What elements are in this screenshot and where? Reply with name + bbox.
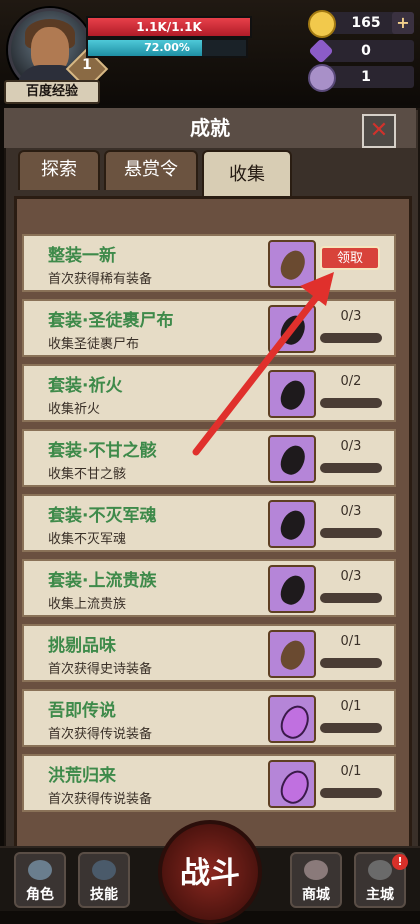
player-name: 百度经验: [4, 80, 100, 104]
achievement-title: 吾即传说: [48, 701, 116, 721]
achievement-desc: 收集圣徒裹尸布: [48, 337, 140, 352]
horn-value: 1: [361, 69, 371, 85]
notification-badge: !: [392, 854, 408, 870]
panel-title: 成就: [190, 116, 230, 140]
reward-item-slot[interactable]: [268, 630, 316, 678]
progress-text: 0/3: [340, 569, 362, 584]
achievement-title: 套装·祈火: [48, 376, 123, 396]
achievement-title: 挑剔品味: [48, 636, 116, 656]
dark-gem-icon: [276, 441, 310, 479]
achievement-title: 套装·上流贵族: [48, 571, 157, 591]
progress-bar: [320, 333, 382, 343]
progress-bar: [320, 788, 382, 798]
pouch-icon: [276, 636, 310, 674]
achievement-desc: 首次获得史诗装备: [48, 662, 153, 677]
progress-bar: [320, 528, 382, 538]
hp-bar: 1.1K/1.1K: [86, 16, 252, 38]
tab-explore[interactable]: 探索: [18, 150, 100, 190]
nav-city-label: 主城: [366, 887, 394, 903]
nav-skills-label: 技能: [90, 887, 118, 903]
tab-collect[interactable]: 收集: [202, 150, 292, 198]
panel-titlebar: 成就: [4, 108, 416, 148]
achievement-row: 吾即传说首次获得传说装备 0/1: [22, 689, 396, 747]
progress-bar: [320, 398, 382, 408]
gold-counter: 165 +: [308, 10, 414, 38]
progress-bar: [320, 463, 382, 473]
purple-gem-icon: [276, 766, 314, 808]
battle-label: 战斗: [180, 856, 240, 891]
reward-item-slot[interactable]: [268, 240, 316, 288]
achievement-row: 套装·祈火收集祈火 0/2: [22, 364, 396, 422]
swirl-icon: [92, 860, 116, 880]
achievement-desc: 首次获得传说装备: [48, 727, 153, 742]
achievement-desc: 收集上流贵族: [48, 597, 127, 612]
helmet-icon: [28, 860, 52, 880]
reward-item-slot[interactable]: [268, 435, 316, 483]
close-button[interactable]: ✕: [362, 114, 396, 148]
dark-gem-icon: [276, 376, 310, 414]
dark-gem-icon: [276, 506, 310, 544]
achievement-title: 套装·不甘之骸: [48, 441, 157, 461]
claim-button[interactable]: 领取: [320, 246, 380, 270]
reward-item-slot[interactable]: [268, 500, 316, 548]
crystal-counter: 0: [308, 38, 414, 64]
nav-shop-label: 商城: [302, 887, 330, 903]
purple-gem-icon: [276, 701, 314, 743]
level-text: 1: [82, 57, 92, 73]
horn-counter: 1: [308, 64, 414, 92]
hp-text: 1.1K/1.1K: [136, 20, 202, 34]
reward-item-slot[interactable]: [268, 305, 316, 353]
tab-bounty[interactable]: 悬赏令: [104, 150, 198, 190]
achievement-title: 整装一新: [48, 246, 116, 266]
progress-bar: [320, 658, 382, 668]
achievement-desc: 收集不甘之骸: [48, 467, 127, 482]
xp-bar: 72.00%: [86, 38, 248, 58]
xp-text: 72.00%: [144, 41, 190, 54]
achievement-desc: 首次获得稀有装备: [48, 272, 153, 287]
achievement-row: 套装·圣徒裹尸布收集圣徒裹尸布 0/3: [22, 299, 396, 357]
achievement-row: 挑剔品味首次获得史诗装备 0/1: [22, 624, 396, 682]
reward-item-slot[interactable]: [268, 760, 316, 808]
achievement-desc: 收集不灭军魂: [48, 532, 127, 547]
progress-text: 0/2: [340, 374, 362, 389]
progress-text: 0/3: [340, 439, 362, 454]
nav-skills-button[interactable]: 技能: [78, 852, 130, 908]
achievement-title: 套装·不灭军魂: [48, 506, 157, 526]
achievement-desc: 收集祈火: [48, 402, 101, 417]
achievement-row: 套装·不甘之骸收集不甘之骸 0/3: [22, 429, 396, 487]
reward-item-slot[interactable]: [268, 565, 316, 613]
achievement-row: 套装·上流贵族收集上流贵族 0/3: [22, 559, 396, 617]
nav-shop-button[interactable]: 商城: [290, 852, 342, 908]
flask-icon: [304, 860, 328, 880]
reward-item-slot[interactable]: [268, 370, 316, 418]
progress-text: 0/1: [340, 699, 362, 714]
crystal-value: 0: [361, 43, 371, 59]
progress-text: 0/1: [340, 634, 362, 649]
nav-role-button[interactable]: 角色: [14, 852, 66, 908]
achievement-title: 套装·圣徒裹尸布: [48, 311, 174, 331]
progress-text: 0/1: [340, 764, 362, 779]
progress-bar: [320, 593, 382, 603]
castle-icon: [368, 860, 392, 880]
nav-role-label: 角色: [26, 887, 54, 903]
achievement-row: 整装一新首次获得稀有装备 领取: [22, 234, 396, 292]
dark-gem-icon: [276, 311, 310, 349]
achievement-desc: 首次获得传说装备: [48, 792, 153, 807]
achievement-title: 洪荒归来: [48, 766, 116, 786]
pouch-icon: [276, 246, 310, 284]
achievement-row: 洪荒归来首次获得传说装备 0/1: [22, 754, 396, 812]
add-gold-button[interactable]: +: [392, 12, 414, 34]
dark-gem-icon: [276, 571, 310, 609]
progress-bar: [320, 723, 382, 733]
progress-text: 0/3: [340, 504, 362, 519]
reward-item-slot[interactable]: [268, 695, 316, 743]
progress-text: 0/3: [340, 309, 362, 324]
achievement-row: 套装·不灭军魂收集不灭军魂 0/3: [22, 494, 396, 552]
